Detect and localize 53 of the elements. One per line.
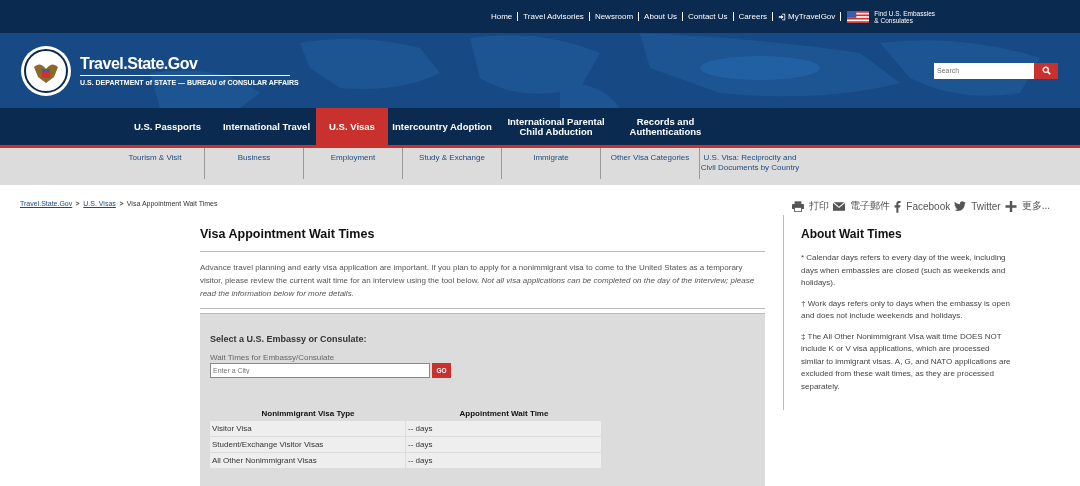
- subnav-link[interactable]: Employment: [304, 148, 403, 179]
- footnote-text: ‡ The All Other Nonimmigrant Visa wait time DOES NOT include K or V visa applications, which are processed similar to immigrant visas. A, G, and NATO applications are excluded from these wait times, as they are processed separately.: [801, 330, 1012, 393]
- search-icon: [1041, 66, 1051, 75]
- chevron-icon: [75, 200, 81, 206]
- intro-paragraph: Advance travel planning and early visa application are important. If you plan to apply for a nonimmigrant visa to come to the United States as a temporary visitor, please review the current wait time for an interview using the tool below. Not all visa applications can be completed on the day of the interview; please read the information below for more details.: [200, 252, 765, 309]
- subnav-link[interactable]: U.S. Visa: Reciprocity and Civil Documents by Country: [700, 148, 800, 179]
- subnav-link[interactable]: Business: [205, 148, 304, 179]
- field-label: Wait Times for Embassy/Consulate: [210, 353, 336, 362]
- panel-heading: Select a U.S. Embassy or Consulate:: [210, 334, 368, 344]
- share-link[interactable]: Facebook: [894, 199, 951, 213]
- top-nav-link[interactable]: Travel Advisories: [518, 12, 590, 21]
- subnav-link[interactable]: Other Visa Categories: [601, 148, 700, 179]
- table-cell: Student/Exchange Visitor Visas: [210, 437, 406, 452]
- footnote-text: * Calendar days refers to every day of the week, including days when embassies are closed (such as weekends and holidays).: [801, 252, 1007, 289]
- table-cell: All Other Nonimmigrant Visas: [210, 453, 406, 468]
- top-nav-link[interactable]: Contact Us: [683, 12, 734, 21]
- plus-icon: [1004, 200, 1017, 212]
- subnav-link[interactable]: Tourism & Visit: [106, 148, 205, 179]
- chevron-icon: [118, 200, 124, 206]
- seal-icon: [20, 44, 72, 97]
- top-nav-link[interactable]: Careers: [733, 12, 774, 21]
- sidebar-title: About Wait Times: [801, 227, 903, 241]
- site-title[interactable]: Travel.State.Gov: [80, 55, 290, 76]
- page-title: Visa Appointment Wait Times: [200, 227, 765, 252]
- share-link[interactable]: 更多...: [1004, 199, 1050, 213]
- table-cell: -- days: [406, 421, 602, 436]
- column-header: Nonimmigrant Visa Type: [260, 408, 356, 420]
- top-nav-link[interactable]: MyTravelGov: [773, 12, 842, 21]
- subnav-link[interactable]: Immigrate: [502, 148, 601, 179]
- table-cell: -- days: [406, 437, 602, 452]
- flag-icon: [847, 10, 870, 23]
- print-icon: [792, 200, 805, 212]
- nav-tab[interactable]: Records and Authentications: [616, 108, 715, 145]
- share-link[interactable]: 電子郵件: [833, 199, 891, 213]
- table-cell: -- days: [406, 453, 602, 468]
- footnote-text: † Work days refers only to days when the embassy is open and does not include weekends and holidays.: [801, 297, 1011, 322]
- table-cell: Visitor Visa: [210, 421, 406, 436]
- envelope-icon: [833, 200, 846, 212]
- nav-tab[interactable]: International Parental Child Abduction: [496, 108, 616, 145]
- sign-in-icon: [778, 12, 787, 21]
- nav-tab[interactable]: U.S. Visas: [316, 108, 388, 145]
- nav-tab[interactable]: Intercountry Adoption: [388, 108, 496, 145]
- top-nav-link[interactable]: About Us: [639, 12, 683, 21]
- share-link[interactable]: Twitter: [954, 200, 1001, 212]
- share-link[interactable]: 打印: [792, 199, 830, 213]
- bird-icon: [954, 200, 967, 212]
- column-header: Appointment Wait Time: [458, 408, 550, 420]
- facebook-icon: [894, 199, 902, 213]
- nav-tab[interactable]: International Travel: [217, 108, 316, 145]
- top-nav-link[interactable]: Newsroom: [589, 12, 640, 21]
- nav-tab[interactable]: U.S. Passports: [118, 108, 217, 145]
- top-nav-link[interactable]: Home: [485, 12, 519, 21]
- subnav-link[interactable]: Study & Exchange: [403, 148, 502, 179]
